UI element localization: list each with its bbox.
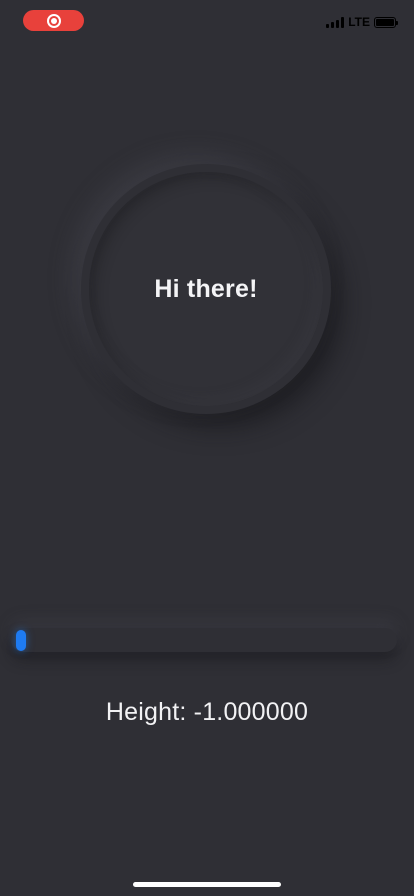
- status-icons: LTE: [326, 15, 398, 29]
- greeting-text: Hi there!: [154, 274, 258, 303]
- greeting-circle-inner: Hi there!: [89, 172, 323, 406]
- home-indicator[interactable]: [133, 882, 281, 887]
- screen-recording-indicator[interactable]: [23, 10, 84, 31]
- battery-icon: [374, 16, 398, 28]
- height-readout: Height: -1.000000: [105, 698, 309, 726]
- greeting-circle[interactable]: Hi there!: [81, 164, 331, 414]
- height-slider-thumb[interactable]: [16, 630, 26, 651]
- screen-recording-icon: [46, 13, 61, 28]
- battery-level-fill: [376, 18, 394, 26]
- cellular-signal-icon: [326, 16, 345, 28]
- height-slider-track[interactable]: [11, 628, 397, 652]
- app-screen: LTE Hi there! Height: -1.000000: [0, 0, 414, 896]
- network-type-label: LTE: [348, 15, 370, 29]
- status-bar: LTE: [0, 0, 414, 44]
